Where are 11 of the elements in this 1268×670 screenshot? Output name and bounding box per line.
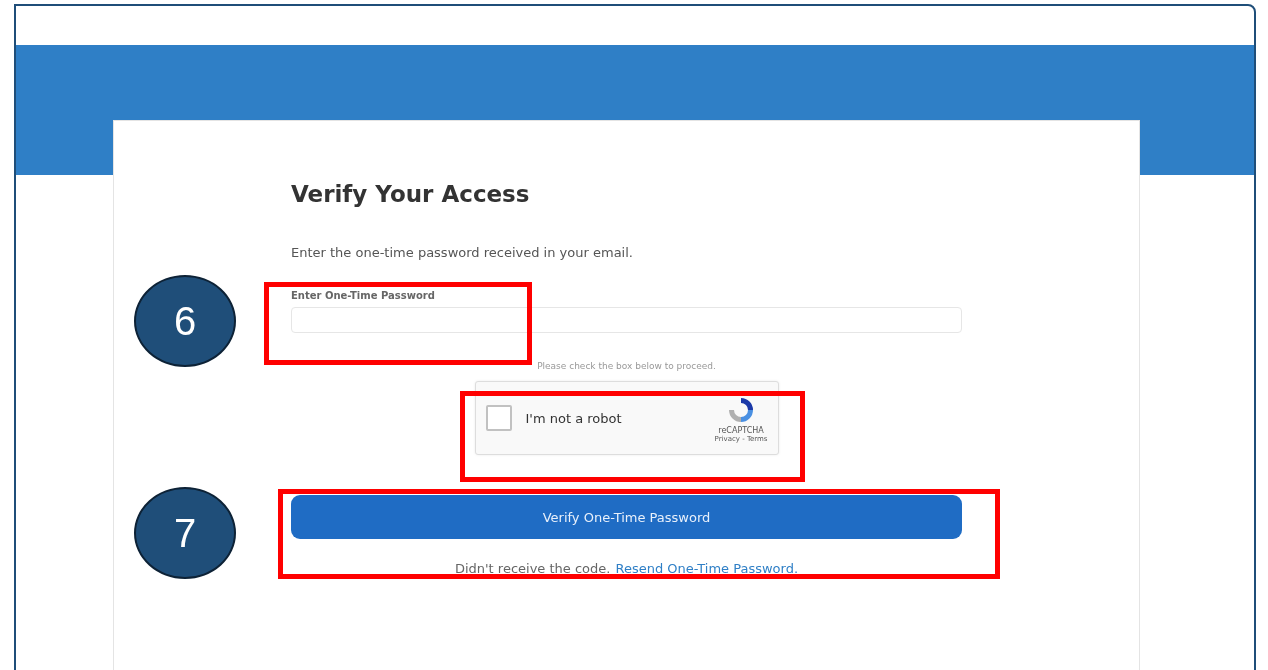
hint-text: Please check the box below to proceed. [536, 361, 717, 371]
captcha-checkbox[interactable] [485, 405, 512, 431]
captcha-brand: reCAPTCHA [718, 425, 764, 435]
resend-link[interactable]: Resend One-Time Password. [615, 561, 799, 576]
footer-text: Didn't receive the code. [454, 561, 611, 576]
field-label: Enter One-Time Password [291, 290, 436, 301]
verify-button[interactable]: Verify One-Time Password [291, 495, 962, 539]
captcha-label: I'm not a robot [525, 410, 623, 426]
instruction-text: Enter the one-time password received in your email. [291, 245, 634, 260]
page-title: Verify Your Access [291, 181, 531, 207]
password-field[interactable] [291, 307, 962, 333]
